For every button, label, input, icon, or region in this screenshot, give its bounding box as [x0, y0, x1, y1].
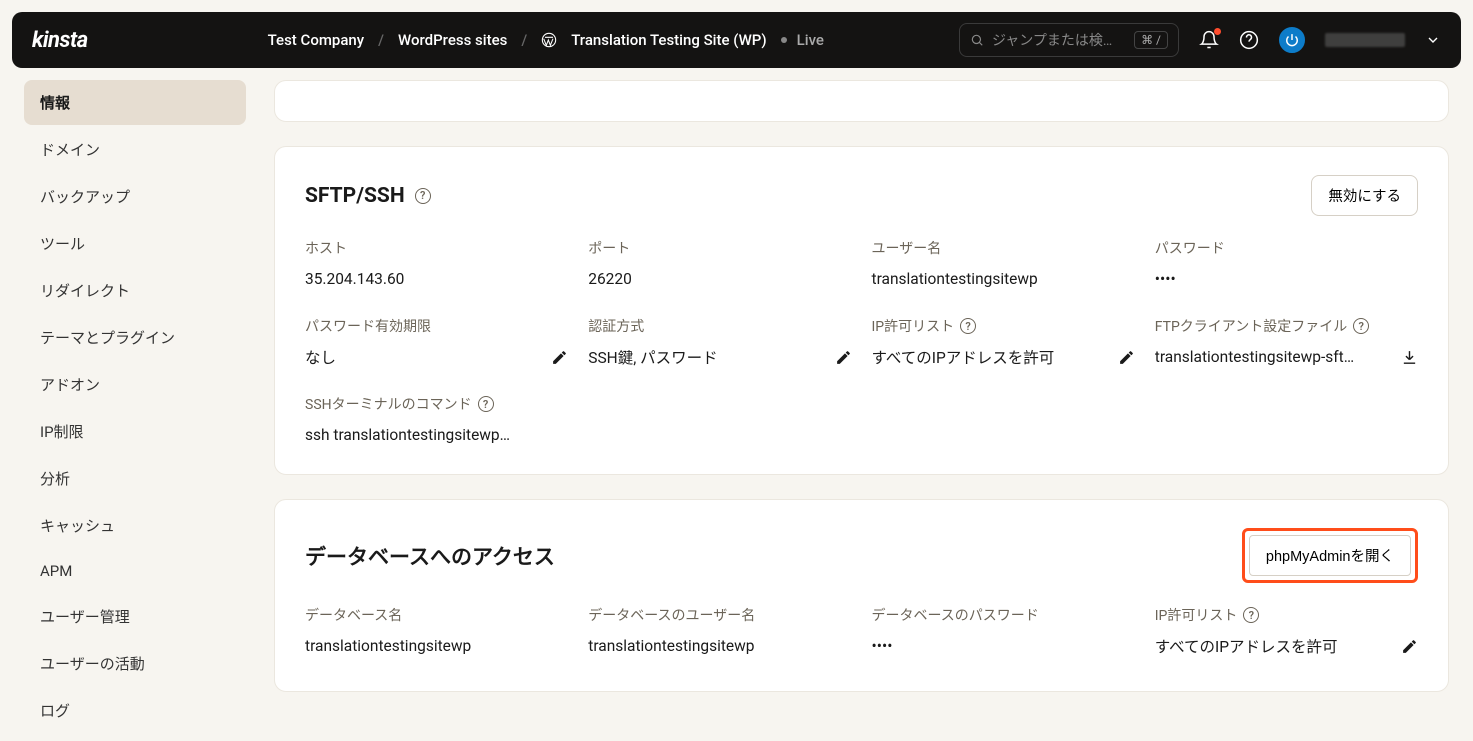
wordpress-icon — [541, 32, 557, 48]
account-menu-button[interactable] — [1425, 32, 1441, 48]
host-label: ホスト — [305, 238, 568, 258]
download-ftpfile-button[interactable] — [1401, 349, 1418, 366]
disable-sftp-button[interactable]: 無効にする — [1311, 175, 1418, 216]
auth-value: SSH鍵, パスワード — [588, 346, 717, 368]
db-user-value: translationtestingsitewp — [588, 635, 851, 657]
username[interactable] — [1325, 33, 1405, 47]
sidebar-item-domains[interactable]: ドメイン — [24, 127, 246, 172]
search-input[interactable]: ジャンプまたは検… ⌘ / — [959, 23, 1179, 57]
phpmyadmin-highlight: phpMyAdminを開く — [1242, 528, 1418, 583]
sidebar-item-logs[interactable]: ログ — [24, 688, 246, 733]
sidebar: 情報 ドメイン バックアップ ツール リダイレクト テーマとプラグイン アドオン… — [0, 80, 258, 740]
ipallow-value: すべてのIPアドレスを許可 — [872, 346, 1055, 368]
db-name-label: データベース名 — [305, 605, 568, 625]
pass-value: •••• — [1155, 268, 1418, 290]
ftpfile-label: FTPクライアント設定ファイル ? — [1155, 316, 1418, 336]
help-icon — [1239, 30, 1259, 50]
help-icon[interactable]: ? — [960, 318, 976, 334]
help-button[interactable] — [1239, 30, 1259, 50]
power-icon — [1285, 33, 1299, 47]
pass-label: パスワード — [1155, 238, 1418, 258]
help-icon[interactable]: ? — [478, 396, 494, 412]
breadcrumb-company[interactable]: Test Company — [268, 31, 365, 49]
breadcrumb-section[interactable]: WordPress sites — [398, 31, 507, 49]
db-ipallow-value: すべてのIPアドレスを許可 — [1155, 635, 1338, 657]
breadcrumb-sep: / — [378, 31, 384, 49]
sidebar-item-info[interactable]: 情報 — [24, 80, 246, 125]
db-pass-value: •••• — [872, 635, 1135, 657]
port-label: ポート — [588, 238, 851, 258]
pencil-icon — [835, 349, 852, 366]
port-value: 26220 — [588, 268, 851, 290]
sshcmd-value: ssh translationtestingsitewp… — [305, 426, 510, 444]
logo[interactable]: kinsta — [32, 28, 88, 53]
topbar: kinsta Test Company / WordPress sites / … — [12, 12, 1461, 68]
edit-expiry-button[interactable] — [551, 349, 568, 366]
edit-auth-button[interactable] — [835, 349, 852, 366]
sidebar-item-analytics[interactable]: 分析 — [24, 456, 246, 501]
ftpfile-value: translationtestingsitewp-sftp-… — [1155, 348, 1355, 366]
pencil-icon — [1401, 638, 1418, 655]
sidebar-item-apm[interactable]: APM — [24, 550, 246, 592]
pencil-icon — [551, 349, 568, 366]
help-icon[interactable]: ? — [1243, 607, 1259, 623]
breadcrumb-env[interactable]: Live — [797, 31, 824, 49]
sidebar-item-redirects[interactable]: リダイレクト — [24, 268, 246, 313]
chevron-down-icon — [1425, 32, 1441, 48]
content: SFTP/SSH ? 無効にする ホスト 35.204.143.60 ポート 2… — [258, 80, 1473, 740]
sidebar-item-ip-deny[interactable]: IP制限 — [24, 409, 246, 454]
edit-db-ipallow-button[interactable] — [1401, 638, 1418, 655]
sidebar-item-tools[interactable]: ツール — [24, 221, 246, 266]
open-phpmyadmin-button[interactable]: phpMyAdminを開く — [1249, 535, 1411, 576]
user-value: translationtestingsitewp — [872, 268, 1135, 290]
ipallow-label: IP許可リスト ? — [872, 316, 1135, 336]
sidebar-item-user-mgmt[interactable]: ユーザー管理 — [24, 594, 246, 639]
breadcrumb-site[interactable]: Translation Testing Site (WP) — [571, 31, 766, 49]
sidebar-item-addons[interactable]: アドオン — [24, 362, 246, 407]
edit-ipallow-button[interactable] — [1118, 349, 1135, 366]
db-name-value: translationtestingsitewp — [305, 635, 568, 657]
db-user-label: データベースのユーザー名 — [588, 605, 851, 625]
breadcrumb-sep: / — [521, 31, 527, 49]
search-shortcut: ⌘ / — [1134, 31, 1168, 49]
help-icon[interactable]: ? — [415, 188, 431, 204]
help-icon[interactable]: ? — [1353, 318, 1369, 334]
sidebar-item-user-activity[interactable]: ユーザーの活動 — [24, 641, 246, 686]
sftp-card: SFTP/SSH ? 無効にする ホスト 35.204.143.60 ポート 2… — [274, 146, 1449, 475]
sftp-title-text: SFTP/SSH — [305, 184, 405, 208]
search-icon — [970, 33, 984, 47]
auth-label: 認証方式 — [588, 316, 851, 336]
notifications-button[interactable] — [1199, 30, 1219, 50]
user-label: ユーザー名 — [872, 238, 1135, 258]
host-value: 35.204.143.60 — [305, 268, 568, 290]
card-top-placeholder — [274, 80, 1449, 122]
env-status-dot — [781, 37, 787, 43]
expiry-value: なし — [305, 346, 336, 368]
sshcmd-label: SSHターミナルのコマンド ? — [305, 394, 1418, 414]
db-ipallow-label: IP許可リスト ? — [1155, 605, 1418, 625]
sftp-title: SFTP/SSH ? — [305, 184, 431, 208]
db-card: データベースへのアクセス phpMyAdminを開く データベース名 trans… — [274, 499, 1449, 692]
breadcrumb: Test Company / WordPress sites / Transla… — [268, 31, 824, 49]
sidebar-item-themes-plugins[interactable]: テーマとプラグイン — [24, 315, 246, 360]
search-placeholder: ジャンプまたは検… — [992, 30, 1126, 50]
notification-dot — [1214, 28, 1221, 35]
pencil-icon — [1118, 349, 1135, 366]
db-title: データベースへのアクセス — [305, 541, 555, 571]
sidebar-item-cache[interactable]: キャッシュ — [24, 503, 246, 548]
avatar[interactable] — [1279, 27, 1305, 53]
expiry-label: パスワード有効期限 — [305, 316, 568, 336]
download-icon — [1401, 349, 1418, 366]
db-pass-label: データベースのパスワード — [872, 605, 1135, 625]
sidebar-item-backups[interactable]: バックアップ — [24, 174, 246, 219]
